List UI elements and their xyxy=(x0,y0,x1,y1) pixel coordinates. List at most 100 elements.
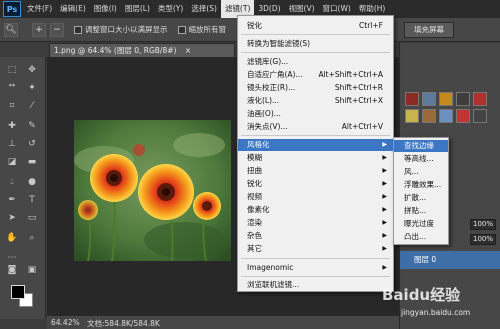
menu-item-other[interactable]: 其它 ▶ xyxy=(238,243,393,255)
pen-tool-icon[interactable]: ✒ xyxy=(4,193,20,207)
menu-item-distort[interactable]: 扭曲 ▶ xyxy=(238,165,393,177)
zoom-tool-icon[interactable]: 🔍︎ xyxy=(4,22,18,37)
menu-item-vanishing-point[interactable]: 消失点(V)... Alt+Ctrl+V xyxy=(238,121,393,133)
menu-item-video[interactable]: 视频 ▶ xyxy=(238,191,393,203)
opacity-field[interactable]: 100% xyxy=(470,219,496,230)
submenu-item-trace-contour[interactable]: 等高线... xyxy=(394,153,448,165)
fill-field[interactable]: 100% xyxy=(470,234,496,245)
menu-item-imagenomic[interactable]: Imagenomic ▶ xyxy=(238,262,393,274)
gradient-tool-icon[interactable]: ▬ xyxy=(24,155,40,169)
menu-item-oil-paint[interactable]: 油画(O)... xyxy=(238,108,393,120)
history-brush-icon[interactable]: ↺ xyxy=(24,137,40,151)
style-swatch[interactable] xyxy=(473,109,487,123)
zoom-out-icon[interactable]: − xyxy=(50,22,64,37)
submenu-item-wind[interactable]: 风... xyxy=(394,166,448,178)
menu-item-smart-filter[interactable]: 转换为智能滤镜(S) xyxy=(238,38,393,50)
submenu-item-tiles[interactable]: 拼贴... xyxy=(394,205,448,217)
submenu-item-diffuse[interactable]: 扩散... xyxy=(394,192,448,204)
foreground-color-swatch[interactable] xyxy=(11,285,25,299)
hand-tool-icon[interactable]: ✋ xyxy=(4,231,20,245)
document-tab[interactable]: 1.png @ 64.4% (图层 0, RGB/8#) × xyxy=(49,43,235,57)
menu-separator xyxy=(241,258,390,259)
shape-tool-icon[interactable]: ▭ xyxy=(24,211,40,225)
submenu-arrow-icon: ▶ xyxy=(382,232,387,239)
style-swatch[interactable] xyxy=(439,109,453,123)
dodge-tool-icon[interactable]: ● xyxy=(24,175,40,189)
menu-item-render[interactable]: 渲染 ▶ xyxy=(238,217,393,229)
menu-image[interactable]: 图像(I) xyxy=(90,0,121,18)
submenu-item-extrude[interactable]: 凸出... xyxy=(394,231,448,243)
zoom-tool-panel-icon[interactable]: ⌕ xyxy=(24,231,40,245)
menu-item-liquify[interactable]: 液化(L)... Shift+Ctrl+X xyxy=(238,95,393,107)
submenu-arrow-icon: ▶ xyxy=(382,180,387,187)
photoshop-logo: Ps xyxy=(3,1,21,17)
flower-photo xyxy=(74,120,231,261)
style-swatch[interactable] xyxy=(405,109,419,123)
layer-row[interactable]: 图层 0 xyxy=(400,251,500,269)
menu-select[interactable]: 选择(S) xyxy=(187,0,221,18)
menu-file[interactable]: 文件(F) xyxy=(23,0,56,18)
clone-stamp-icon[interactable]: ⊥ xyxy=(4,137,20,151)
menu-item-lens-correction[interactable]: 镜头校正(R)... Shift+Ctrl+R xyxy=(238,82,393,94)
document-size: 文档:584.8K/584.8K xyxy=(87,319,160,328)
submenu-arrow-icon: ▶ xyxy=(382,264,387,271)
style-swatch[interactable] xyxy=(456,109,470,123)
submenu-item-solarize[interactable]: 曝光过度 xyxy=(394,218,448,230)
menu-separator xyxy=(241,276,390,277)
menu-item-browse-online-filters[interactable]: 浏览联机滤镜... xyxy=(238,279,393,291)
menu-item-stylize[interactable]: 风格化 ▶ xyxy=(238,139,393,151)
marquee-tool-icon[interactable]: ⬚ xyxy=(4,63,20,77)
submenu-item-emboss[interactable]: 浮雕效果... xyxy=(394,179,448,191)
style-swatch[interactable] xyxy=(439,92,453,106)
menu-item-filter-gallery[interactable]: 滤镜库(G)... xyxy=(238,56,393,68)
path-selection-icon[interactable]: ➤ xyxy=(4,211,20,225)
zoom-all-windows-checkbox[interactable] xyxy=(177,25,186,34)
screen-mode-icon[interactable]: ▣ xyxy=(24,263,40,277)
eraser-tool-icon[interactable]: ◪ xyxy=(4,155,20,169)
close-tab-icon[interactable]: × xyxy=(185,46,191,55)
style-swatch[interactable] xyxy=(473,92,487,106)
menu-item-label: 其它 xyxy=(247,244,262,253)
document-title: 1.png @ 64.4% (图层 0, RGB/8#) xyxy=(54,46,177,55)
menu-item-last-filter[interactable]: 锐化 Ctrl+F xyxy=(238,20,393,32)
style-swatch[interactable] xyxy=(422,109,436,123)
eyedropper-icon[interactable]: ⁄ xyxy=(24,99,40,113)
menu-layer[interactable]: 图层(L) xyxy=(121,0,154,18)
zoom-in-icon[interactable]: + xyxy=(32,22,46,37)
menu-item-noise[interactable]: 杂色 ▶ xyxy=(238,230,393,242)
crop-tool-icon[interactable]: ⌗ xyxy=(4,99,20,113)
menu-type[interactable]: 类型(Y) xyxy=(154,0,187,18)
watermark-url: jingyan.baidu.com xyxy=(401,308,471,317)
menu-item-pixelate[interactable]: 像素化 ▶ xyxy=(238,204,393,216)
menu-item-label: 液化(L)... xyxy=(247,96,280,105)
submenu-arrow-icon: ▶ xyxy=(382,245,387,252)
menu-item-shortcut: Shift+Ctrl+X xyxy=(334,96,383,105)
quick-mask-icon[interactable]: ◙ xyxy=(4,263,20,277)
menu-item-adaptive-wide-angle[interactable]: 自适应广角(A)... Alt+Shift+Ctrl+A xyxy=(238,69,393,81)
menu-edit[interactable]: 编辑(E) xyxy=(56,0,90,18)
style-swatch[interactable] xyxy=(422,92,436,106)
style-swatch[interactable] xyxy=(456,92,470,106)
healing-brush-icon[interactable]: ✚ xyxy=(4,119,20,133)
submenu-arrow-icon: ▶ xyxy=(382,206,387,213)
move-tool-icon[interactable]: ✥ xyxy=(24,63,40,77)
menu-item-label: 油画(O)... xyxy=(247,109,281,118)
magic-wand-icon[interactable]: ✦ xyxy=(24,81,40,95)
lasso-tool-icon[interactable]: ᕯ xyxy=(4,81,20,95)
blur-tool-icon[interactable]: 💧︎ xyxy=(4,175,20,189)
menu-separator xyxy=(241,135,390,136)
menu-item-label: 扭曲 xyxy=(247,166,262,175)
zoom-level[interactable]: 64.42% xyxy=(51,318,80,327)
menu-item-blur[interactable]: 模糊 ▶ xyxy=(238,152,393,164)
menu-item-label: 锐化 xyxy=(247,179,262,188)
menu-item-label: 风格化 xyxy=(247,140,270,149)
status-bar: 64.42% 文档:584.8K/584.8K xyxy=(47,315,399,329)
fill-screen-button[interactable]: 填充屏幕 xyxy=(404,22,454,38)
submenu-item-find-edges[interactable]: 查找边缘 xyxy=(394,140,448,152)
flower-image xyxy=(74,120,231,261)
type-tool-icon[interactable]: T xyxy=(24,193,40,207)
resize-windows-checkbox[interactable] xyxy=(74,25,82,34)
menu-item-sharpen[interactable]: 锐化 ▶ xyxy=(238,178,393,190)
style-swatch[interactable] xyxy=(405,92,419,106)
brush-tool-icon[interactable]: ✎ xyxy=(24,119,40,133)
